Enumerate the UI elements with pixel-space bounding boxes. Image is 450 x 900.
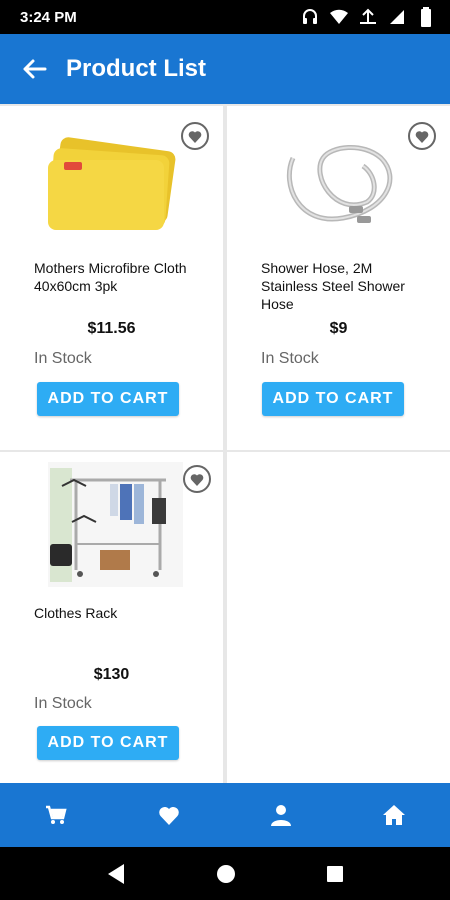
back-button[interactable] bbox=[16, 53, 52, 85]
home-icon bbox=[382, 805, 405, 825]
stock-status: In Stock bbox=[34, 350, 92, 367]
heart-icon bbox=[415, 130, 429, 143]
product-card: Mothers Microfibre Cloth 40x60cm 3pk $11… bbox=[0, 106, 223, 450]
status-time: 3:24 PM bbox=[20, 9, 77, 26]
heart-icon bbox=[190, 473, 204, 486]
status-bar: 3:24 PM bbox=[0, 0, 450, 34]
stock-status: In Stock bbox=[261, 350, 319, 367]
product-price: $9 bbox=[329, 320, 348, 337]
network-icon bbox=[358, 7, 378, 27]
arrow-left-icon bbox=[23, 59, 47, 79]
cart-icon bbox=[46, 805, 67, 824]
empty-grid-cell bbox=[227, 452, 450, 783]
app-bar: Product List bbox=[0, 34, 450, 104]
product-image bbox=[286, 144, 393, 223]
favorite-button[interactable] bbox=[181, 122, 209, 150]
person-icon bbox=[271, 805, 292, 826]
system-recents-button[interactable] bbox=[326, 865, 344, 883]
back-triangle-icon bbox=[108, 863, 124, 884]
product-name: Shower Hose, 2M Stainless Steel Shower H… bbox=[261, 260, 405, 312]
favorite-button[interactable] bbox=[183, 465, 211, 493]
product-grid: Mothers Microfibre Cloth 40x60cm 3pk $11… bbox=[0, 104, 450, 783]
system-home-button[interactable] bbox=[216, 864, 236, 884]
add-to-cart-button[interactable]: ADD TO CART bbox=[262, 382, 404, 416]
add-to-cart-button[interactable]: ADD TO CART bbox=[37, 382, 179, 416]
home-circle-icon bbox=[217, 864, 235, 883]
heart-icon bbox=[188, 130, 202, 143]
product-name: Clothes Rack bbox=[34, 605, 118, 621]
favorite-button[interactable] bbox=[408, 122, 436, 150]
product-price: $130 bbox=[93, 666, 130, 683]
product-image bbox=[48, 137, 176, 230]
signal-icon bbox=[387, 7, 407, 27]
product-name: Mothers Microfibre Cloth 40x60cm 3pk bbox=[34, 260, 187, 294]
headset-icon bbox=[300, 7, 320, 27]
product-card: Clothes Rack $130 In Stock ADD TO CART bbox=[0, 452, 223, 783]
recents-square-icon bbox=[327, 865, 343, 882]
battery-icon bbox=[416, 7, 436, 27]
nav-profile[interactable] bbox=[225, 783, 338, 847]
page-title: Product List bbox=[66, 55, 207, 82]
add-to-cart-button[interactable]: ADD TO CART bbox=[37, 726, 179, 760]
bottom-navigation bbox=[0, 783, 450, 847]
wifi-icon bbox=[329, 7, 349, 27]
nav-cart[interactable] bbox=[0, 783, 113, 847]
product-card: Shower Hose, 2M Stainless Steel Shower H… bbox=[227, 106, 450, 450]
status-icons bbox=[300, 7, 436, 27]
nav-favorites[interactable] bbox=[113, 783, 226, 847]
system-navigation bbox=[0, 847, 450, 900]
nav-home[interactable] bbox=[338, 783, 450, 847]
system-back-button[interactable] bbox=[106, 863, 126, 885]
stock-status: In Stock bbox=[34, 695, 92, 712]
product-price: $11.56 bbox=[87, 320, 136, 337]
heart-icon bbox=[158, 806, 179, 825]
product-image bbox=[48, 462, 183, 587]
